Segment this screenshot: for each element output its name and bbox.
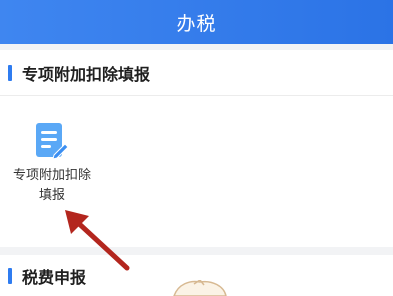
pointer-arrow-icon [65,210,130,271]
mascot-icon [173,280,227,296]
app-header: 办税 [0,0,393,44]
section-accent-bar [8,64,12,81]
section-divider [0,95,393,96]
document-edit-icon [36,123,69,160]
header-title: 办税 [176,12,217,35]
tile-label-line1: 专项附加扣除 [12,168,91,183]
section-accent-bar [8,267,12,284]
special-section-title: 专项附加扣除填报 [22,64,151,84]
special-deduction-tile[interactable]: 专项附加扣除 填报 [2,122,102,212]
special-section-header: 专项附加扣除填报 [0,50,393,95]
